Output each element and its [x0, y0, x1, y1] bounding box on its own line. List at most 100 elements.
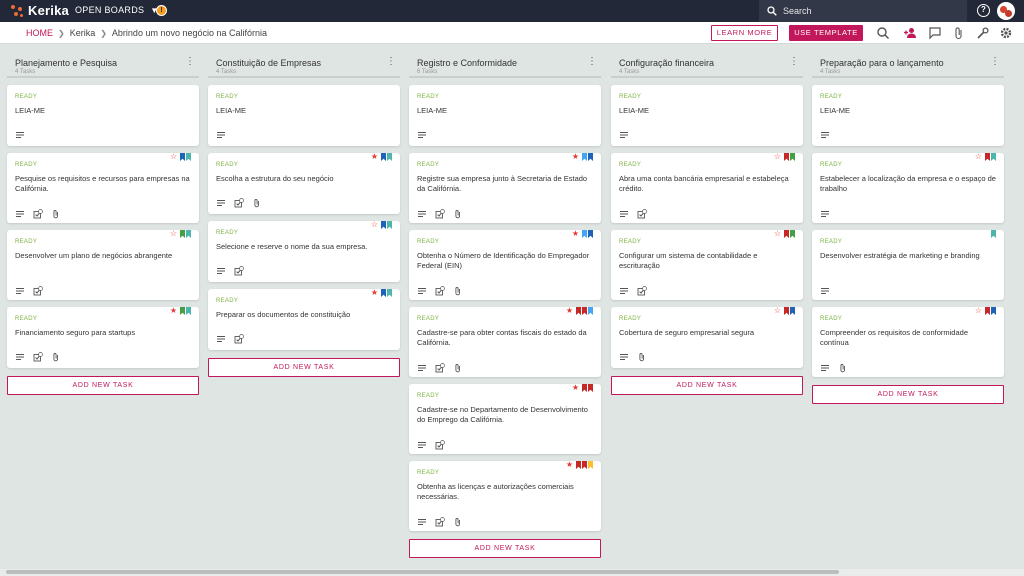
chat-icon[interactable] — [928, 26, 942, 40]
star-filled-icon[interactable]: ★ — [572, 230, 579, 238]
add-new-task-button[interactable]: ADD NEW TASK — [7, 376, 199, 395]
kerika-logo-icon — [10, 4, 24, 18]
search-box[interactable]: Search — [759, 0, 967, 22]
more-vert-icon[interactable]: ⋮ — [789, 57, 799, 67]
task-card[interactable]: ★ READY Escolha a estrutura do seu negócio — [208, 153, 400, 214]
description-icon — [417, 437, 427, 449]
attachment-icon — [637, 349, 647, 362]
more-vert-icon[interactable]: ⋮ — [587, 57, 597, 67]
card-status: READY — [417, 393, 440, 399]
task-card[interactable]: ☆ READY Estabelecer a localização da empre… — [812, 153, 1004, 223]
breadcrumb-home[interactable]: HOME — [26, 28, 53, 38]
card-title: LEIA-ME — [15, 106, 46, 115]
gear-icon[interactable] — [999, 26, 1013, 40]
task-card[interactable]: READY Desenvolver estratégia de marketing… — [812, 230, 1004, 300]
card-icons — [216, 331, 244, 344]
star-outline-icon[interactable]: ☆ — [774, 230, 781, 238]
open-boards-menu[interactable]: OPEN BOARDS ▼ — [75, 5, 159, 15]
task-card[interactable]: ☆ READY Selecione e reserve o nome da sua … — [208, 221, 400, 282]
description-icon — [15, 283, 25, 295]
checklist-icon — [435, 437, 445, 450]
task-card[interactable]: ★ READY Registre sua empresa junto à Secre… — [409, 153, 601, 223]
star-filled-icon[interactable]: ★ — [170, 307, 177, 315]
card-title: Pesquise os requisitos e recursos para e… — [15, 174, 190, 193]
description-icon — [417, 360, 427, 372]
star-outline-icon[interactable]: ☆ — [774, 153, 781, 161]
star-filled-icon[interactable]: ★ — [572, 384, 579, 392]
notification-icon[interactable]: ! — [156, 5, 167, 16]
tag-flag-icon — [991, 153, 996, 161]
star-outline-icon[interactable]: ☆ — [371, 221, 378, 229]
task-card[interactable]: ★ READY Cadastre-se no Departamento de Des… — [409, 384, 601, 454]
description-icon — [820, 360, 830, 372]
checklist-icon — [33, 283, 43, 296]
task-card[interactable]: ★ READY Obtenha o Número de Identificação … — [409, 230, 601, 300]
add-new-task-button[interactable]: ADD NEW TASK — [611, 376, 803, 395]
star-outline-icon[interactable]: ☆ — [170, 153, 177, 161]
card-status: READY — [15, 94, 38, 100]
task-card[interactable]: ★ READY Preparar os documentos de constitu… — [208, 289, 400, 350]
help-icon[interactable]: ? — [977, 4, 990, 17]
task-card[interactable]: READY LEIA-ME — [7, 85, 199, 146]
task-card[interactable]: ☆ READY Abra uma conta bancária empresaria… — [611, 153, 803, 223]
checklist-icon — [33, 349, 43, 362]
tag-flag-icon — [582, 153, 587, 161]
card-icons — [619, 206, 647, 219]
task-card[interactable]: ★ READY Obtenha as licenças e autorizações… — [409, 461, 601, 531]
card-status: READY — [417, 94, 440, 100]
attachment-icon[interactable] — [952, 26, 966, 40]
column: Registro e Conformidade 6 Tasks ⋮ READY LEIA… — [409, 52, 601, 558]
search-board-icon[interactable] — [876, 26, 890, 40]
task-card[interactable]: READY LEIA-ME — [812, 85, 1004, 146]
task-card[interactable]: READY LEIA-ME — [409, 85, 601, 146]
checklist-icon — [435, 360, 445, 373]
tag-flag-icon — [180, 230, 185, 238]
task-card[interactable]: ☆ READY Pesquise os requisitos e recursos … — [7, 153, 199, 223]
more-vert-icon[interactable]: ⋮ — [386, 57, 396, 67]
description-icon — [417, 283, 427, 295]
card-icons — [417, 360, 463, 373]
horizontal-scrollbar[interactable] — [6, 570, 839, 574]
kerika-logo[interactable]: Kerika — [10, 3, 69, 18]
use-template-button[interactable]: USE TEMPLATE — [789, 25, 863, 41]
column-header: Constituição de Empresas 4 Tasks ⋮ — [208, 52, 400, 78]
task-card[interactable]: ☆ READY Desenvolver um plano de negócios a… — [7, 230, 199, 300]
task-card[interactable]: ☆ READY Configurar um sistema de contabili… — [611, 230, 803, 300]
task-card[interactable]: ☆ READY Cobertura de seguro empresarial se… — [611, 307, 803, 368]
attachment-icon — [51, 206, 61, 219]
card-icons — [417, 283, 463, 296]
avatar[interactable] — [997, 2, 1015, 20]
task-card[interactable]: READY LEIA-ME — [611, 85, 803, 146]
tag-flag-icon — [991, 307, 996, 315]
star-outline-icon[interactable]: ☆ — [975, 153, 982, 161]
star-outline-icon[interactable]: ☆ — [975, 307, 982, 315]
learn-more-button[interactable]: LEARN MORE — [711, 25, 778, 41]
task-card[interactable]: ★ READY Financiamento seguro para startups — [7, 307, 199, 368]
card-icons — [417, 514, 463, 527]
add-new-task-button[interactable]: ADD NEW TASK — [409, 539, 601, 558]
star-filled-icon[interactable]: ★ — [572, 153, 579, 161]
card-flags: ★ — [566, 461, 593, 469]
task-card[interactable]: READY LEIA-ME — [208, 85, 400, 146]
star-outline-icon[interactable]: ☆ — [774, 307, 781, 315]
breadcrumb-org[interactable]: Kerika — [70, 28, 96, 38]
add-new-task-button[interactable]: ADD NEW TASK — [208, 358, 400, 377]
task-card[interactable]: ☆ READY Compreender os requisitos de confo… — [812, 307, 1004, 377]
chevron-right-icon: ❯ — [100, 28, 107, 38]
card-icons — [820, 283, 830, 295]
star-filled-icon[interactable]: ★ — [566, 307, 573, 315]
logo-text: Kerika — [28, 3, 69, 18]
add-new-task-button[interactable]: ADD NEW TASK — [812, 385, 1004, 404]
wrench-icon[interactable] — [976, 26, 990, 40]
star-filled-icon[interactable]: ★ — [371, 289, 378, 297]
star-filled-icon[interactable]: ★ — [566, 461, 573, 469]
add-person-icon[interactable] — [903, 26, 917, 40]
star-outline-icon[interactable]: ☆ — [170, 230, 177, 238]
checklist-icon — [435, 283, 445, 296]
star-filled-icon[interactable]: ★ — [371, 153, 378, 161]
more-vert-icon[interactable]: ⋮ — [185, 57, 195, 67]
card-title: Obtenha as licenças e autorizações comer… — [417, 482, 574, 501]
more-vert-icon[interactable]: ⋮ — [990, 57, 1000, 67]
card-icons — [820, 127, 830, 139]
task-card[interactable]: ★ READY Cadastre-se para obter contas fisc… — [409, 307, 601, 377]
